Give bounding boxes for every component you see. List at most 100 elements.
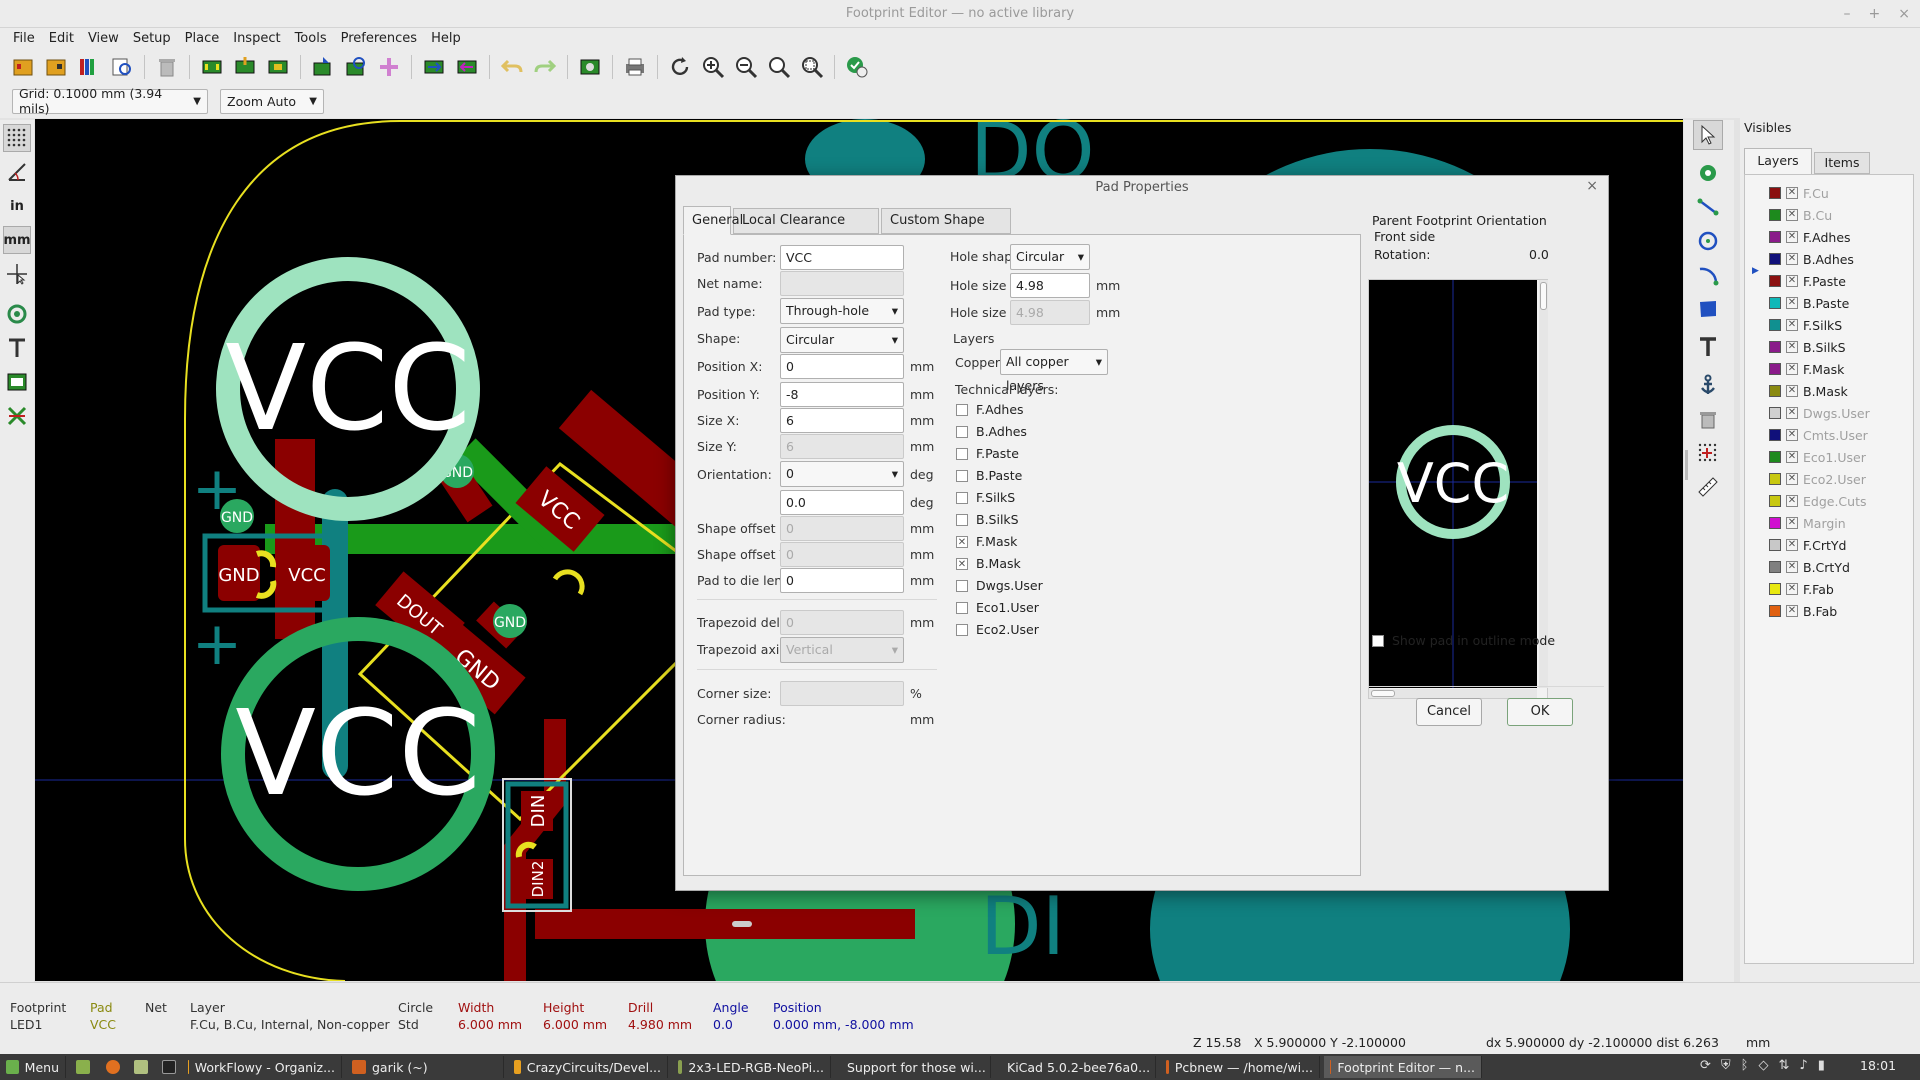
menu-view[interactable]: View	[81, 28, 126, 50]
layer-color-swatch[interactable]	[1769, 605, 1781, 617]
taskbar-task[interactable]: Support for those wi...	[835, 1056, 991, 1078]
pad-settings-icon[interactable]	[374, 53, 404, 81]
layer-color-swatch[interactable]	[1769, 561, 1781, 573]
layer-visibility-checkbox[interactable]: ✕	[1786, 187, 1798, 199]
checkbox-box[interactable]	[956, 623, 968, 636]
undo-icon[interactable]	[497, 53, 527, 81]
layer-visibility-checkbox[interactable]: ✕	[1786, 363, 1798, 375]
taskbar-task[interactable]: KiCad 5.0.2-bee76a0...	[995, 1056, 1156, 1078]
grid-toggle-icon[interactable]	[3, 124, 31, 152]
library-browser-icon[interactable]	[74, 53, 104, 81]
taskbar-task[interactable]: garik (~)	[346, 1056, 504, 1078]
dialog-close-icon[interactable]: ×	[1586, 178, 1598, 194]
checkbox-box[interactable]	[956, 403, 968, 416]
tab-custom-shape[interactable]: Custom Shape Primitives	[881, 208, 1011, 252]
layer-visibility-checkbox[interactable]: ✕	[1786, 253, 1798, 265]
inch-units-icon[interactable]: in	[3, 192, 31, 220]
menu-place[interactable]: Place	[178, 28, 227, 50]
check-footprint-icon[interactable]	[842, 53, 872, 81]
layer-row[interactable]: ✕ Cmts.User	[1769, 425, 1868, 445]
tech-layer-checkbox[interactable]: F.Adhes	[956, 402, 1024, 417]
position-x-input[interactable]: 0	[780, 354, 904, 379]
outline-mode-checkbox[interactable]: Show pad in outline mode	[1372, 633, 1555, 648]
layer-row[interactable]: ✕ Eco2.User	[1769, 469, 1866, 489]
checkbox-box[interactable]: ✕	[956, 535, 968, 548]
redraw-icon[interactable]	[665, 53, 695, 81]
net-name-input[interactable]	[780, 271, 904, 296]
tech-layer-checkbox[interactable]: Eco1.User	[956, 600, 1039, 615]
layer-visibility-checkbox[interactable]: ✕	[1786, 319, 1798, 331]
add-circle-icon[interactable]	[1693, 226, 1723, 256]
layer-row[interactable]: ✕ B.Mask	[1769, 381, 1848, 401]
trapezoid-delta-input[interactable]: 0	[780, 610, 904, 635]
layer-row[interactable]: ✕ F.Fab	[1769, 579, 1834, 599]
tech-layer-checkbox[interactable]: B.Adhes	[956, 424, 1027, 439]
layer-row[interactable]: ✕ F.CrtYd	[1769, 535, 1847, 555]
terminal-icon[interactable]	[156, 1056, 182, 1078]
layer-row[interactable]: ✕ Dwgs.User	[1769, 403, 1870, 423]
layer-row[interactable]: ✕ B.Cu	[1769, 205, 1832, 225]
add-library-icon[interactable]	[41, 53, 71, 81]
pad-sketch-icon[interactable]	[3, 300, 31, 328]
delete-icon[interactable]	[152, 53, 182, 81]
minimize-button[interactable]: –	[1844, 0, 1851, 28]
battery-icon[interactable]: ▮	[1818, 1058, 1825, 1073]
tech-layer-checkbox[interactable]: ✕ B.Mask	[956, 556, 1021, 571]
menu-help[interactable]: Help	[424, 28, 468, 50]
layer-visibility-checkbox[interactable]: ✕	[1786, 385, 1798, 397]
layer-color-swatch[interactable]	[1769, 583, 1781, 595]
layer-visibility-checkbox[interactable]: ✕	[1786, 341, 1798, 353]
cursor-shape-icon[interactable]	[3, 260, 31, 288]
layer-row[interactable]: ✕ Margin	[1769, 513, 1846, 533]
layer-visibility-checkbox[interactable]: ✕	[1786, 297, 1798, 309]
orientation-input[interactable]: 0.0	[780, 490, 904, 515]
menu-file[interactable]: File	[6, 28, 42, 50]
text-sketch-icon[interactable]	[3, 334, 31, 362]
redo-icon[interactable]	[530, 53, 560, 81]
checkbox-box[interactable]	[956, 513, 968, 526]
network-icon[interactable]: ⇅	[1778, 1058, 1789, 1073]
layer-row[interactable]: ✕ B.CrtYd	[1769, 557, 1850, 577]
shape-offset-y-input[interactable]: 0	[780, 542, 904, 567]
layer-color-swatch[interactable]	[1769, 209, 1781, 221]
tab-general[interactable]: General	[683, 206, 743, 235]
zoom-in-icon[interactable]	[698, 53, 728, 81]
tech-layer-checkbox[interactable]: B.SilkS	[956, 512, 1019, 527]
polar-coords-icon[interactable]	[3, 158, 31, 186]
layer-row[interactable]: ✕ F.Cu	[1769, 183, 1829, 203]
zoom-out-icon[interactable]	[731, 53, 761, 81]
tech-layer-checkbox[interactable]: Dwgs.User	[956, 578, 1043, 593]
layer-color-swatch[interactable]	[1769, 539, 1781, 551]
layer-visibility-checkbox[interactable]: ✕	[1786, 275, 1798, 287]
layer-color-swatch[interactable]	[1769, 187, 1781, 199]
tech-layer-checkbox[interactable]: Eco2.User	[956, 622, 1039, 637]
shield-icon[interactable]: ⛨	[1721, 1058, 1731, 1073]
maximize-button[interactable]: +	[1869, 0, 1881, 28]
trapezoid-axis-select[interactable]: Vertical ▾	[780, 637, 904, 663]
firefox-icon[interactable]	[100, 1056, 126, 1078]
layer-color-swatch[interactable]	[1769, 385, 1781, 397]
layer-color-swatch[interactable]	[1769, 407, 1781, 419]
files-icon[interactable]	[128, 1056, 154, 1078]
orientation-select[interactable]: 0 ▾	[780, 461, 904, 487]
layer-row[interactable]: ✕ Edge.Cuts	[1769, 491, 1867, 511]
tab-layers[interactable]: Layers	[1744, 148, 1812, 174]
pad-number-input[interactable]: VCC	[780, 245, 904, 270]
layer-row[interactable]: ✕ F.SilkS	[1769, 315, 1842, 335]
layer-row[interactable]: ✕ F.Adhes	[1769, 227, 1851, 247]
hole-size-y-input[interactable]: 4.98	[1010, 300, 1090, 325]
checkbox-box[interactable]	[956, 425, 968, 438]
layer-color-swatch[interactable]	[1769, 363, 1781, 375]
layer-visibility-checkbox[interactable]: ✕	[1786, 583, 1798, 595]
preview-vscroll[interactable]	[1539, 280, 1548, 688]
settings-icon[interactable]	[575, 53, 605, 81]
layer-color-swatch[interactable]	[1769, 297, 1781, 309]
taskbar-task[interactable]: Footprint Editor — n...	[1324, 1056, 1482, 1078]
menu-tools[interactable]: Tools	[288, 28, 334, 50]
show-desktop-icon[interactable]	[70, 1056, 98, 1078]
shape-select[interactable]: Circular ▾	[780, 327, 904, 353]
delete-tool-icon[interactable]	[1693, 404, 1723, 434]
pad-die-input[interactable]: 0	[780, 568, 904, 593]
add-arc-icon[interactable]	[1693, 260, 1723, 290]
layer-row[interactable]: ✕ F.Paste	[1769, 271, 1846, 291]
